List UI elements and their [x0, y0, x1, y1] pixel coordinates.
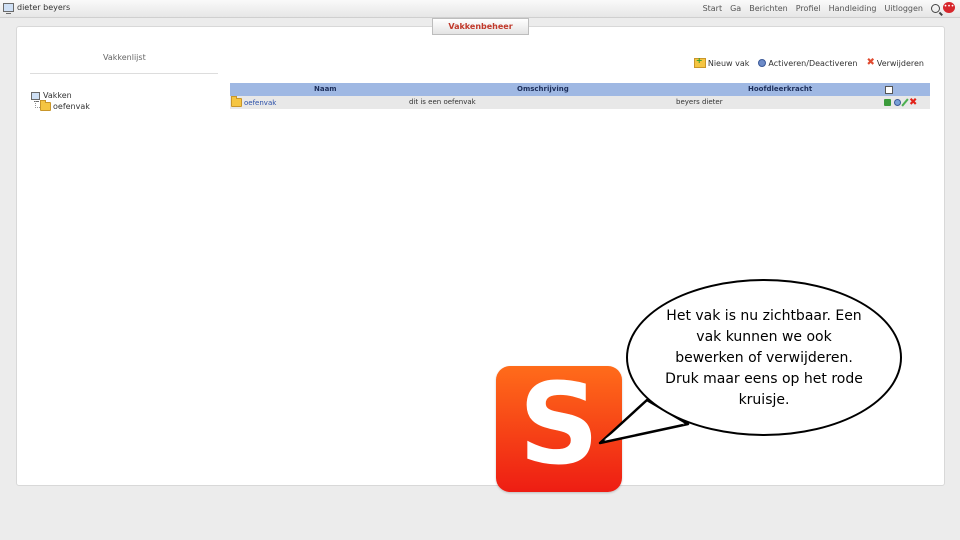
tree-item-oefenvak[interactable]: oefenvak: [40, 100, 90, 111]
user-info[interactable]: dieter beyers: [3, 3, 71, 14]
monitor-icon: [3, 3, 14, 14]
nav-start[interactable]: Start: [703, 4, 723, 13]
action-toolbar: Nieuw vak Activeren/Deactiveren ✖ Verwij…: [685, 56, 924, 68]
page-title-tab: Vakkenbeheer: [432, 18, 529, 35]
divider: [30, 73, 218, 74]
search-icon[interactable]: [931, 4, 940, 13]
nav-ga[interactable]: Ga: [730, 4, 741, 13]
folder-icon: [40, 100, 51, 111]
activate-label: Activeren/Deactiveren: [768, 58, 858, 68]
tree-item-label: oefenvak: [53, 102, 90, 111]
top-bar: dieter beyers Start Ga Berichten Profiel…: [0, 0, 960, 18]
delete-label: Verwijderen: [876, 58, 924, 68]
eye-icon: [758, 59, 767, 67]
delete-button[interactable]: ✖ Verwijderen: [866, 57, 924, 68]
nav-berichten[interactable]: Berichten: [749, 4, 788, 13]
vakkenlijst-title: Vakkenlijst: [103, 53, 146, 62]
speech-bubble-text: Het vak is nu zichtbaar. Een vak kunnen …: [665, 308, 863, 408]
user-name: dieter beyers: [17, 3, 71, 12]
activate-deactivate-button[interactable]: Activeren/Deactiveren: [758, 59, 857, 68]
tree-root-vakken[interactable]: Vakken: [31, 91, 72, 102]
monitor-icon: [31, 91, 40, 102]
nav-uitloggen[interactable]: Uitloggen: [885, 4, 923, 13]
select-all-checkbox[interactable]: [885, 86, 893, 94]
new-vak-label: Nieuw vak: [707, 58, 750, 68]
table-header: Naam Omschrijving Hoofdleerkracht: [230, 83, 930, 96]
folder-icon: [231, 96, 242, 107]
column-header-omschrijving[interactable]: Omschrijving: [517, 85, 569, 93]
row-actions: ✖: [884, 98, 917, 108]
tree-root-label: Vakken: [43, 91, 72, 100]
add-folder-icon: [693, 56, 706, 68]
row-omschrijving: dit is een oefenvak: [409, 98, 476, 106]
main-nav: Start Ga Berichten Profiel Handleiding U…: [695, 4, 940, 13]
delete-x-icon: ✖: [866, 57, 875, 68]
row-name-link[interactable]: oefenvak: [231, 96, 277, 107]
nav-handleiding[interactable]: Handleiding: [829, 4, 877, 13]
row-name-label: oefenvak: [244, 98, 277, 107]
row-hoofdleerkracht: beyers dieter: [676, 98, 723, 106]
table-row[interactable]: oefenvak dit is een oefenvak beyers diet…: [230, 96, 930, 109]
delete-row-icon[interactable]: ✖: [909, 98, 917, 108]
approve-icon[interactable]: [884, 99, 891, 106]
nav-profiel[interactable]: Profiel: [796, 4, 821, 13]
edit-icon[interactable]: [901, 98, 909, 107]
chat-icon[interactable]: •••: [943, 2, 955, 13]
column-header-naam[interactable]: Naam: [314, 85, 337, 93]
new-vak-button[interactable]: Nieuw vak: [693, 56, 750, 68]
column-header-hoofdleerkracht[interactable]: Hoofdleerkracht: [748, 85, 812, 93]
